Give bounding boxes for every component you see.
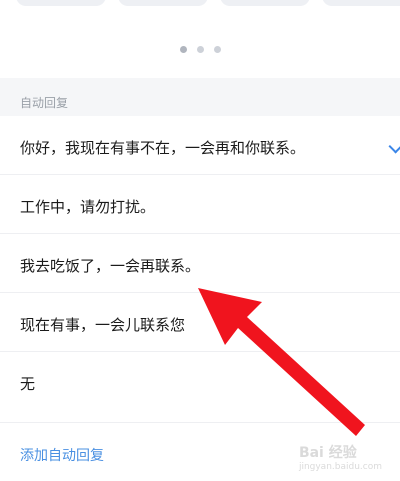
auto-reply-option-1[interactable]: 你好，我现在有事不在，一会再和你联系。: [0, 116, 400, 175]
page-indicator: [0, 38, 400, 57]
reply-text: 现在有事，一会儿联系您: [20, 316, 186, 334]
page-dot-active[interactable]: [179, 46, 187, 53]
auto-reply-option-none[interactable]: 无: [0, 352, 400, 410]
reply-text: 工作中，请勿打扰。: [20, 198, 156, 216]
auto-reply-option-2[interactable]: 工作中，请勿打扰。: [0, 175, 400, 234]
quick-reply-carousel: [0, 0, 400, 78]
reply-text: 你好，我现在有事不在，一会再和你联系。: [20, 139, 306, 157]
carousel-card[interactable]: [118, 0, 208, 6]
watermark-url: jingyan.baidu.com: [298, 462, 382, 472]
watermark-brand: Bai 经验: [298, 445, 357, 461]
carousel-card[interactable]: [220, 0, 310, 6]
page-dot[interactable]: [196, 46, 204, 53]
add-auto-reply-label: 添加自动回复: [20, 448, 104, 464]
checkmark-icon: [388, 136, 400, 154]
auto-reply-option-3[interactable]: 我去吃饭了，一会再联系。: [0, 234, 400, 293]
carousel-card[interactable]: [16, 0, 106, 6]
section-header: 自动回复: [0, 78, 400, 116]
page-dot[interactable]: [213, 46, 221, 53]
reply-text: 我去吃饭了，一会再联系。: [20, 257, 201, 275]
watermark: Bai 经验 jingyan.baidu.com: [299, 442, 382, 472]
carousel-card[interactable]: [322, 0, 400, 6]
auto-reply-option-4[interactable]: 现在有事，一会儿联系您: [0, 293, 400, 352]
section-title: 自动回复: [20, 96, 69, 110]
auto-reply-list: 你好，我现在有事不在，一会再和你联系。 工作中，请勿打扰。 我去吃饭了，一会再联…: [0, 116, 400, 410]
reply-text: 无: [20, 375, 36, 393]
